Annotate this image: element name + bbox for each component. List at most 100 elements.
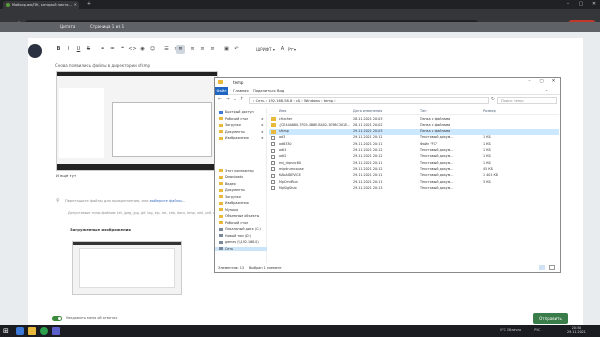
close-icon[interactable]: ✕ xyxy=(549,79,558,84)
emoji-icon[interactable]: ☺ xyxy=(148,45,157,54)
align-center-icon[interactable]: ≡ xyxy=(188,45,197,54)
quote-icon[interactable]: ❝ xyxy=(118,45,127,54)
tiles-view-icon[interactable] xyxy=(549,265,555,270)
justify-icon[interactable]: ≡ xyxy=(208,45,217,54)
font-select[interactable]: ШРИФТ ▾ xyxy=(256,47,275,52)
recent-icon[interactable]: ⌄ xyxy=(233,97,237,102)
close-tab-icon[interactable]: ✕ xyxy=(74,1,77,9)
path-bar[interactable]: › Сеть › 192.168.58.8 › c$ › Windows › t… xyxy=(249,97,489,104)
nav-item-label: Загрузки xyxy=(225,194,241,199)
back-icon[interactable]: ← xyxy=(218,97,222,102)
cell-name: MpSigStub xyxy=(279,185,297,190)
nav-item[interactable]: Изображения xyxy=(219,201,249,205)
nav-item[interactable]: Локальный диск (C:) xyxy=(219,227,261,231)
unlink-icon[interactable]: ⚮ xyxy=(108,45,117,54)
minimize-icon[interactable]: – xyxy=(562,0,574,9)
nav-item[interactable]: Downloads xyxy=(219,175,243,179)
allowed-types: Допустимые типы файлов: txt, jpeg, jpg, … xyxy=(68,211,233,215)
pin-icon: ✱ xyxy=(261,136,264,140)
link-icon[interactable]: ⚭ xyxy=(98,45,107,54)
chevron-down-icon[interactable]: ⌄ xyxy=(545,88,548,92)
nav-item[interactable]: Этот компьютер xyxy=(219,169,254,173)
notify-toggle[interactable] xyxy=(52,316,62,321)
bold-icon[interactable]: B xyxy=(54,45,63,54)
cell-date: 29.11.2021 20:11 xyxy=(353,160,383,165)
nav-item-label: Локальный диск (C:) xyxy=(225,227,261,231)
spoiler-icon[interactable]: ◉ xyxy=(138,45,147,54)
taskbar-app-icon[interactable] xyxy=(52,327,60,335)
weather-text[interactable]: 0°C Облачно xyxy=(500,328,521,332)
nav-item[interactable]: Новый том (D:) xyxy=(219,234,251,238)
refresh-icon[interactable]: ↻ xyxy=(491,97,495,102)
nav-item[interactable]: Музыка xyxy=(219,208,238,212)
maximize-icon[interactable]: ▢ xyxy=(537,79,546,84)
code-icon[interactable]: <> xyxy=(128,45,137,54)
close-window-icon[interactable]: ✕ xyxy=(588,0,600,9)
document-icon xyxy=(271,142,275,147)
ribbon-tab-home[interactable]: Главная xyxy=(233,89,249,93)
nav-item[interactable]: games (\\192.168.0) xyxy=(219,240,259,244)
browser-tab[interactable]: Майкор.ию/ПК, который никто... ✕ xyxy=(3,1,79,9)
details-view-icon[interactable] xyxy=(539,265,545,270)
ribbon-tab-share[interactable]: Поделиться xyxy=(253,89,276,93)
strikethrough-icon[interactable]: S xyxy=(84,45,93,54)
explorer-taskbar-icon[interactable] xyxy=(28,327,36,335)
nav-item[interactable]: Быстрый доступ xyxy=(219,110,254,114)
undo-icon[interactable]: ↶ xyxy=(232,45,241,54)
col-size[interactable]: Размер xyxy=(483,109,496,113)
chrome-taskbar-icon[interactable] xyxy=(40,327,48,335)
italic-icon[interactable]: I xyxy=(64,45,73,54)
cell-type: Папка с файлами xyxy=(420,122,451,127)
nav-item-label: Изображения xyxy=(225,201,249,205)
nav-item[interactable]: Видео xyxy=(219,182,236,186)
attach-hint: Перетащите файлы для прикрепления, или в… xyxy=(65,199,185,203)
document-icon xyxy=(271,161,275,166)
nav-item[interactable]: Рабочий стол ✱ xyxy=(219,117,264,121)
ribbon-tab-file[interactable]: Файл xyxy=(215,87,228,95)
nav-item-label: games (\\192.168.0) xyxy=(225,240,259,244)
image-icon[interactable]: ▣ xyxy=(222,45,231,54)
nav-item[interactable]: Рабочий стол xyxy=(219,221,248,225)
cell-date: 29.11.2021 20:12 xyxy=(353,148,383,152)
quote-label[interactable]: Цитата xyxy=(60,24,75,29)
cell-date: 29.11.2021 20:11 xyxy=(353,141,383,146)
minimize-icon[interactable]: – xyxy=(525,79,534,84)
document-icon xyxy=(271,135,275,140)
search-box[interactable]: Поиск: temp xyxy=(497,97,557,104)
cell-size: 3 КБ xyxy=(483,179,491,184)
up-icon[interactable]: ↑ xyxy=(240,97,244,102)
new-tab-icon[interactable]: + xyxy=(83,0,95,9)
nav-item[interactable]: Сеть xyxy=(215,246,267,251)
size-select[interactable]: Рт ▾ xyxy=(288,47,296,52)
align-left-icon[interactable]: ≣ xyxy=(176,45,185,54)
language-indicator[interactable]: РУС xyxy=(534,328,540,332)
ribbon-tab-view[interactable]: Вид xyxy=(277,89,284,93)
col-name[interactable]: Имя xyxy=(279,109,286,113)
size-select-label: Рт xyxy=(288,47,293,52)
cell-date: 28.11.2021 20:03 xyxy=(353,116,383,121)
nav-item[interactable]: Загрузки xyxy=(219,195,241,199)
table-row[interactable]: MpSigStub 29.11.2021 20:13 Текстовый докум… xyxy=(269,185,559,191)
send-button[interactable]: Отправить xyxy=(533,313,568,324)
clock[interactable]: 20:30 29.11.2021 xyxy=(567,326,586,335)
nav-item-label: Видео xyxy=(225,181,236,186)
col-type[interactable]: Тип xyxy=(420,109,427,113)
nav-item-label: Изображения xyxy=(225,136,249,140)
nav-item[interactable]: Изображения ✱ xyxy=(219,136,264,140)
forward-icon[interactable]: → xyxy=(226,97,230,102)
choose-files-link[interactable]: выберите файлы... xyxy=(150,199,186,203)
col-date[interactable]: Дата изменения xyxy=(353,109,382,113)
taskbar-app-icon[interactable] xyxy=(16,327,24,335)
align-right-icon[interactable]: ≡ xyxy=(198,45,207,54)
start-icon[interactable]: ⊞ xyxy=(3,327,11,335)
color-icon[interactable]: A xyxy=(278,45,287,54)
uploaded-thumbnail[interactable] xyxy=(72,241,182,295)
nav-item[interactable]: Загрузки ✱ xyxy=(219,123,264,127)
maximize-icon[interactable]: ▢ xyxy=(575,0,587,9)
clock-date: 29.11.2021 xyxy=(567,330,586,335)
underline-icon[interactable]: U xyxy=(74,45,83,54)
nav-item[interactable]: Документы ✱ xyxy=(219,130,264,134)
nav-item[interactable]: Документы xyxy=(219,188,245,192)
nav-item[interactable]: Объемные объекты xyxy=(219,214,259,218)
bullet-list-icon[interactable]: ☰ xyxy=(162,45,171,54)
